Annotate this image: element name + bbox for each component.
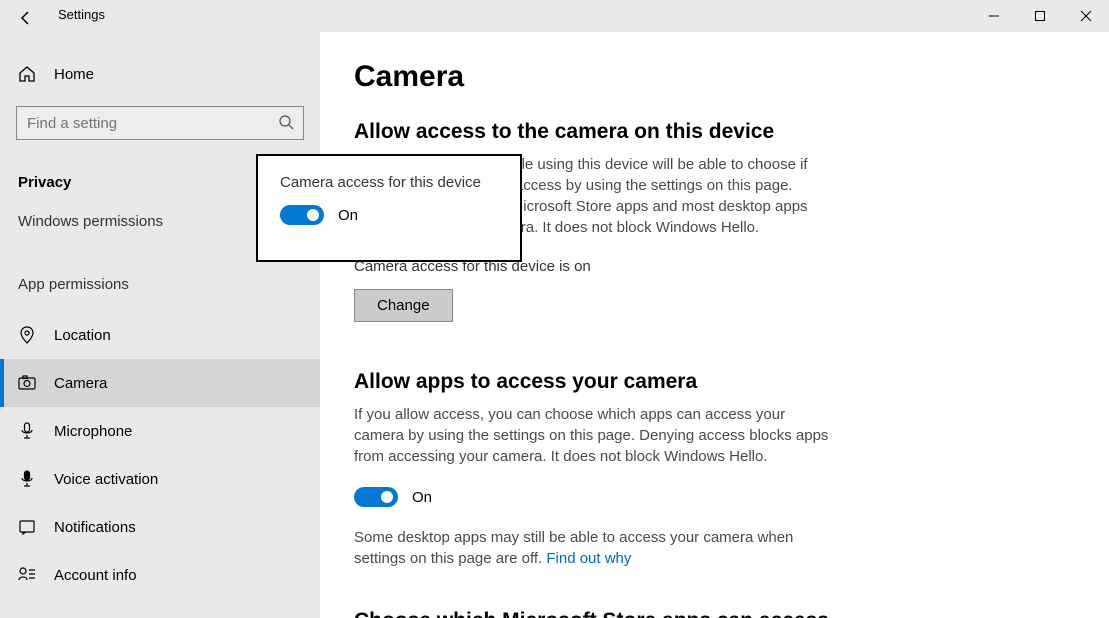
sidebar-item-account-info[interactable]: Account info (0, 551, 320, 599)
find-out-why-link[interactable]: Find out why (546, 550, 631, 567)
sidebar-item-voice-activation[interactable]: Voice activation (0, 455, 320, 503)
search-icon (278, 114, 294, 130)
section-apps-access-title: Allow apps to access your camera (354, 370, 1069, 394)
home-label: Home (54, 66, 94, 83)
search-input[interactable] (16, 106, 304, 140)
page-title: Camera (354, 60, 1069, 94)
minimize-button[interactable] (971, 0, 1017, 32)
arrow-left-icon (18, 10, 34, 26)
sidebar: Home Privacy Windows permissions App per… (0, 32, 320, 618)
camera-icon (18, 374, 36, 392)
maximize-button[interactable] (1017, 0, 1063, 32)
section-store-apps-title: Choose which Microsoft Store apps can ac… (354, 609, 1069, 618)
sidebar-item-camera[interactable]: Camera (0, 359, 320, 407)
sidebar-item-label: Location (54, 327, 111, 344)
window-title: Settings (58, 7, 105, 22)
sidebar-item-label: Notifications (54, 519, 136, 536)
voice-activation-icon (18, 470, 36, 488)
camera-access-popup: Camera access for this device On (256, 154, 522, 262)
sidebar-item-label: Account info (54, 567, 137, 584)
back-button[interactable] (14, 6, 38, 30)
sidebar-item-microphone[interactable]: Microphone (0, 407, 320, 455)
sidebar-item-location[interactable]: Location (0, 311, 320, 359)
apps-access-note: Some desktop apps may still be able to a… (354, 527, 794, 569)
close-button[interactable] (1063, 0, 1109, 32)
popup-title: Camera access for this device (280, 174, 500, 191)
microphone-icon (18, 422, 36, 440)
sidebar-item-label: Camera (54, 375, 107, 392)
title-bar: Settings (0, 0, 1109, 32)
sidebar-item-label: Microphone (54, 423, 132, 440)
section-device-access-title: Allow access to the camera on this devic… (354, 120, 1069, 144)
content-area: Camera Allow access to the camera on thi… (320, 32, 1109, 618)
home-icon (18, 65, 36, 83)
apps-access-toggle-label: On (412, 489, 432, 506)
section-apps-access-body: If you allow access, you can choose whic… (354, 404, 834, 467)
apps-access-toggle[interactable] (354, 487, 398, 507)
change-button[interactable]: Change (354, 289, 453, 322)
home-nav[interactable]: Home (0, 54, 320, 94)
popup-toggle-label: On (338, 207, 358, 224)
account-info-icon (18, 566, 36, 584)
popup-toggle[interactable] (280, 205, 324, 225)
notifications-icon (18, 518, 36, 536)
sidebar-item-label: Voice activation (54, 471, 158, 488)
sidebar-item-notifications[interactable]: Notifications (0, 503, 320, 551)
location-icon (18, 326, 36, 344)
